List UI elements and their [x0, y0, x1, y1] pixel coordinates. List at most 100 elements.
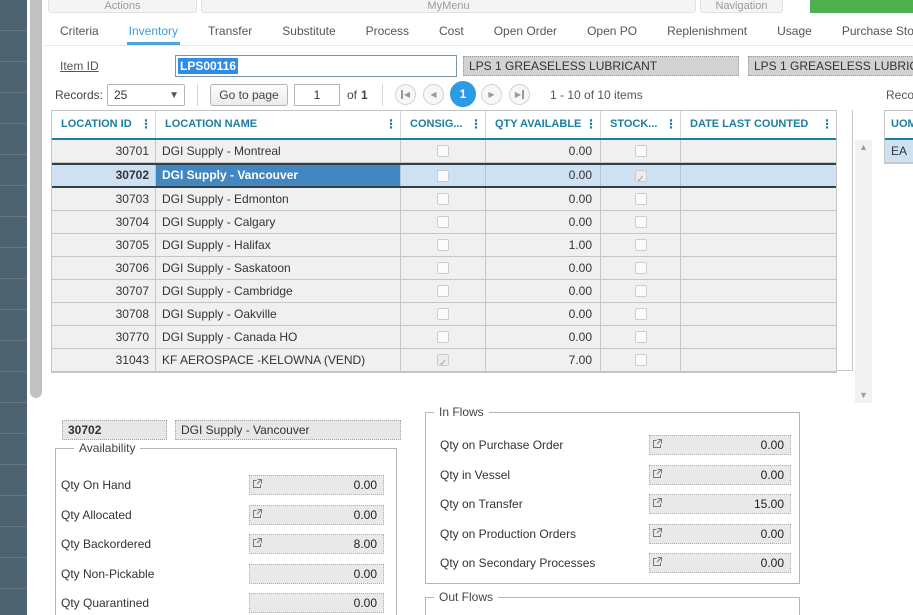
table-row[interactable]: 30706DGI Supply - Saskatoon0.00 [52, 257, 836, 280]
records-per-page-select[interactable]: 25 ▼ [107, 84, 185, 106]
stock-checkbox[interactable] [635, 216, 647, 228]
stock-checkbox[interactable] [635, 354, 647, 366]
cell-date-last-counted [681, 188, 836, 210]
tab-cost[interactable]: Cost [437, 24, 466, 46]
stock-checkbox[interactable] [635, 193, 647, 205]
tab-process[interactable]: Process [364, 24, 411, 46]
cell-date-last-counted [681, 165, 836, 186]
qty-backordered-field: 8.00 [249, 534, 384, 554]
table-row-selected[interactable]: 30702DGI Supply - Vancouver0.00 [52, 163, 836, 188]
tab-open-po[interactable]: Open PO [585, 24, 639, 46]
page-number-input[interactable]: 1 [294, 84, 340, 106]
drilldown-link-icon[interactable] [652, 497, 663, 508]
mymenu-menu-label: MyMenu [427, 0, 469, 12]
scroll-up-icon[interactable]: ▲ [855, 140, 872, 155]
current-page-button[interactable]: 1 [450, 81, 476, 107]
go-to-page-button[interactable]: Go to page [210, 84, 288, 106]
stock-checkbox[interactable] [635, 308, 647, 320]
column-menu-icon[interactable]: ⋮ [585, 111, 597, 137]
column-menu-icon[interactable]: ⋮ [821, 111, 833, 137]
drilldown-link-icon[interactable] [252, 537, 263, 548]
drilldown-link-icon[interactable] [652, 468, 663, 479]
previous-page-button[interactable]: ◀ [423, 84, 444, 105]
column-menu-icon[interactable]: ⋮ [140, 111, 152, 137]
consignment-checkbox[interactable] [437, 239, 449, 251]
qty-in-vessel-label: Qty in Vessel [440, 465, 510, 485]
consignment-checkbox[interactable] [437, 193, 449, 205]
column-header-location-name[interactable]: LOCATION NAME⋮ [156, 111, 401, 138]
next-page-button[interactable]: ▶ [481, 84, 502, 105]
tab-criteria[interactable]: Criteria [58, 24, 101, 46]
actions-menu-button[interactable]: Actions [48, 0, 197, 13]
tab-usage[interactable]: Usage [775, 24, 814, 46]
table-row[interactable]: 30770DGI Supply - Canada HO0.00 [52, 326, 836, 349]
mymenu-menu-button[interactable]: MyMenu [201, 0, 696, 13]
tab-purchase-stock-card[interactable]: Purchase Stock Card [840, 24, 913, 46]
item-id-label[interactable]: Item ID [60, 59, 99, 73]
column-header-stock[interactable]: STOCK...⋮ [601, 111, 681, 138]
column-menu-icon[interactable]: ⋮ [470, 111, 482, 137]
scroll-down-icon[interactable]: ▼ [855, 388, 872, 403]
drilldown-link-icon[interactable] [652, 556, 663, 567]
item-id-input[interactable]: LPS00116 [175, 55, 457, 77]
table-row[interactable]: 30708DGI Supply - Oakville0.00 [52, 303, 836, 326]
qty-quarantined-field: 0.00 [249, 593, 384, 613]
column-header-date-last-counted[interactable]: DATE LAST COUNTED⋮ [681, 111, 836, 138]
tab-inventory[interactable]: Inventory [127, 24, 180, 46]
uom-row-selected[interactable]: EA [885, 140, 913, 163]
stock-checkbox[interactable] [635, 239, 647, 251]
last-page-button[interactable]: ▶ [509, 84, 530, 105]
stock-checkbox[interactable] [635, 285, 647, 297]
table-row[interactable]: 31043KF AEROSPACE -KELOWNA (VEND)7.00 [52, 349, 836, 372]
drilldown-link-icon[interactable] [252, 478, 263, 489]
qty-quarantined-value: 0.00 [354, 594, 377, 612]
qty-quarantined-row: Qty Quarantined 0.00 [61, 593, 386, 613]
column-menu-icon[interactable]: ⋮ [385, 111, 397, 137]
grid-scrollbar[interactable]: ▲ ▼ [855, 140, 872, 403]
qty-backordered-label: Qty Backordered [61, 534, 151, 554]
drilldown-link-icon[interactable] [252, 508, 263, 519]
green-action-button[interactable] [810, 0, 913, 13]
tab-transfer[interactable]: Transfer [206, 24, 254, 46]
table-row[interactable]: 30705DGI Supply - Halifax1.00 [52, 234, 836, 257]
consignment-checkbox[interactable] [437, 216, 449, 228]
drilldown-link-icon[interactable] [652, 527, 663, 538]
cell-stock [601, 303, 681, 325]
column-header-uom[interactable]: UOM [885, 111, 913, 140]
column-menu-icon[interactable]: ⋮ [665, 111, 677, 137]
actions-menu-label: Actions [104, 0, 140, 12]
table-row[interactable]: 30701DGI Supply - Montreal0.00 [52, 140, 836, 163]
stock-checkbox[interactable] [635, 262, 647, 274]
consignment-checkbox[interactable] [437, 331, 449, 343]
table-row[interactable]: 30704DGI Supply - Calgary0.00 [52, 211, 836, 234]
table-row[interactable]: 30707DGI Supply - Cambridge0.00 [52, 280, 836, 303]
qty-on-production-orders-field: 0.00 [649, 524, 791, 544]
tab-strip: Criteria Inventory Transfer Substitute P… [50, 24, 913, 46]
column-header-consignment[interactable]: CONSIG...⋮ [401, 111, 486, 138]
consignment-checkbox[interactable] [437, 354, 449, 366]
table-row[interactable]: 30703DGI Supply - Edmonton0.00 [52, 188, 836, 211]
inventory-screen: Actions MyMenu Navigation Criteria Inven… [0, 0, 913, 615]
tab-substitute[interactable]: Substitute [280, 24, 337, 46]
column-header-location-id[interactable]: LOCATION ID⋮ [52, 111, 156, 138]
consignment-checkbox[interactable] [437, 262, 449, 274]
tab-replenishment[interactable]: Replenishment [665, 24, 749, 46]
stock-checkbox[interactable] [635, 145, 647, 157]
items-summary: 1 - 10 of 10 items [550, 88, 643, 102]
cell-date-last-counted [681, 326, 836, 348]
collapsed-side-menu[interactable] [0, 0, 27, 615]
consignment-checkbox[interactable] [437, 170, 449, 182]
stock-checkbox[interactable] [635, 170, 647, 182]
tab-open-order[interactable]: Open Order [492, 24, 559, 46]
first-page-button[interactable]: ◀ [395, 84, 416, 105]
qty-allocated-row: Qty Allocated 0.00 [61, 505, 386, 525]
navigation-menu-button[interactable]: Navigation [700, 0, 783, 13]
consignment-checkbox[interactable] [437, 285, 449, 297]
drilldown-link-icon[interactable] [652, 438, 663, 449]
consignment-checkbox[interactable] [437, 145, 449, 157]
cell-qty-available: 0.00 [486, 165, 601, 186]
consignment-checkbox[interactable] [437, 308, 449, 320]
vertical-scrollbar-thumb[interactable] [30, 0, 42, 398]
column-header-qty-available[interactable]: QTY AVAILABLE⋮ [486, 111, 601, 138]
stock-checkbox[interactable] [635, 331, 647, 343]
